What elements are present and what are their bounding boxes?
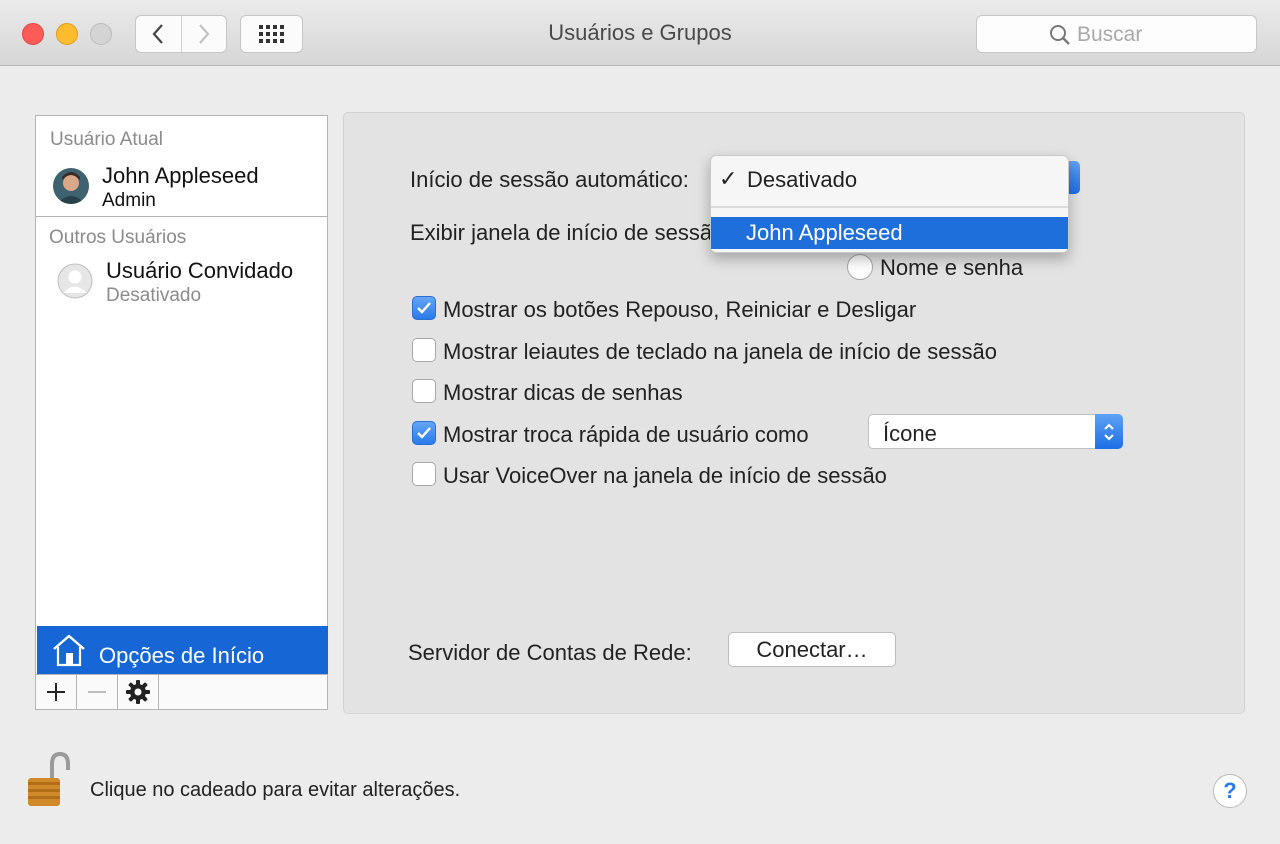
auto-login-label: Início de sessão automático: <box>410 167 689 192</box>
zoom-window-button[interactable] <box>90 23 112 45</box>
name-password-radio[interactable] <box>847 254 873 280</box>
grid-icon <box>258 25 284 43</box>
show-input-menu-label: Mostrar leiautes de teclado na janela de… <box>443 339 998 364</box>
show-power-buttons-label: Mostrar os botões Repouso, Reiniciar e D… <box>443 297 917 322</box>
minimize-window-button[interactable] <box>56 23 78 45</box>
chevron-right-icon <box>198 24 210 44</box>
search-field[interactable] <box>976 15 1257 53</box>
current-user-name: John Appleseed <box>102 163 259 188</box>
voiceover-checkbox[interactable] <box>412 462 436 486</box>
menu-item-label: John Appleseed <box>746 220 903 245</box>
window-title: Usuários e Grupos <box>548 20 732 45</box>
checkmark-icon: ✓ <box>719 166 738 191</box>
guest-user-name: Usuário Convidado <box>106 258 294 283</box>
sidebar-item-login-options[interactable]: Opções de Início <box>37 626 328 674</box>
checkmark-icon <box>417 302 431 314</box>
gear-icon <box>126 680 150 704</box>
show-all-button[interactable] <box>240 15 303 53</box>
checkmark-icon <box>417 427 431 439</box>
lock-icon[interactable] <box>26 752 72 808</box>
help-button[interactable]: ? <box>1213 774 1247 808</box>
guest-user-status: Desativado <box>106 285 202 306</box>
chevron-left-icon <box>152 24 164 44</box>
house-icon <box>53 634 85 667</box>
section-divider <box>36 216 327 217</box>
plus-icon <box>47 683 65 701</box>
fast-switch-style-value: Ícone <box>883 421 937 446</box>
updown-arrows-icon <box>1095 414 1123 449</box>
title-bar: Usuários e Grupos <box>0 0 1280 66</box>
connect-button[interactable]: Conectar… <box>728 632 896 667</box>
show-input-menu-checkbox[interactable] <box>412 338 436 362</box>
search-input[interactable] <box>1077 22 1247 48</box>
auto-login-dropdown-menu: ✓ Desativado John Appleseed <box>710 155 1069 253</box>
sidebar-toolbar <box>36 674 327 709</box>
menu-item-john-appleseed[interactable]: John Appleseed <box>711 217 1068 249</box>
avatar <box>53 168 89 204</box>
fast-user-switching-checkbox[interactable] <box>412 421 436 445</box>
lock-message: Clique no cadeado para evitar alterações… <box>90 779 461 801</box>
login-options-label: Opções de Início <box>99 643 265 668</box>
show-power-buttons-checkbox[interactable] <box>412 296 436 320</box>
show-password-hints-checkbox[interactable] <box>412 379 436 403</box>
current-user-role: Admin <box>102 190 156 211</box>
fast-switch-style-select[interactable]: Ícone <box>868 414 1123 449</box>
users-sidebar: Usuário Atual John Appleseed Admin Outro… <box>35 115 328 710</box>
voiceover-label: Usar VoiceOver na janela de início de se… <box>443 463 887 488</box>
guest-avatar <box>57 263 93 299</box>
forward-button[interactable] <box>180 16 227 52</box>
search-icon <box>1050 25 1070 45</box>
show-password-hints-label: Mostrar dicas de senhas <box>443 380 683 405</box>
menu-separator <box>711 206 1068 208</box>
add-user-button[interactable] <box>36 675 77 709</box>
back-button[interactable] <box>136 16 181 52</box>
action-menu-button[interactable] <box>118 675 159 709</box>
remove-user-button[interactable] <box>77 675 118 709</box>
navigation-buttons <box>135 15 227 53</box>
menu-item-disabled[interactable]: Desativado <box>747 167 857 193</box>
network-server-label: Servidor de Contas de Rede: <box>408 640 692 665</box>
close-window-button[interactable] <box>22 23 44 45</box>
current-user-section-label: Usuário Atual <box>50 129 164 150</box>
other-users-section-label: Outros Usuários <box>49 227 187 248</box>
fast-user-switching-label: Mostrar troca rápida de usuário como <box>443 422 809 447</box>
minus-icon <box>88 691 106 693</box>
name-password-label: Nome e senha <box>880 255 1024 280</box>
